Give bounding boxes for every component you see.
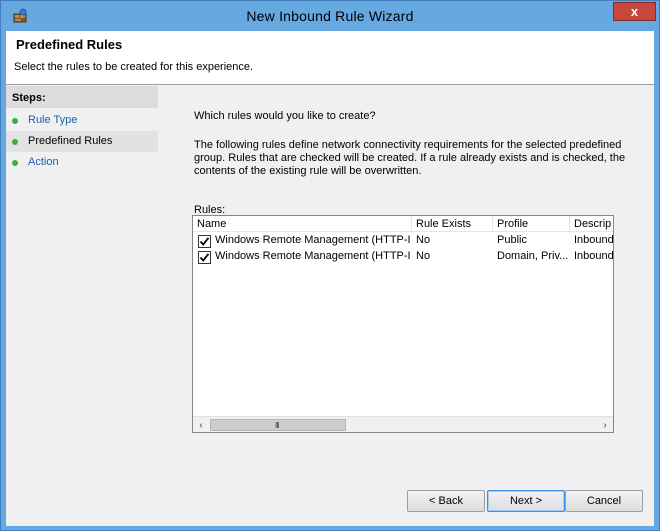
window-title: New Inbound Rule Wizard: [246, 8, 414, 24]
wizard-client-area: Predefined Rules Select the rules to be …: [6, 31, 654, 526]
rule-profile: Public: [497, 234, 527, 246]
table-row[interactable]: Windows Remote Management (HTTP-In) No D…: [193, 249, 613, 265]
page-subtitle: Select the rules to be created for this …: [14, 61, 254, 73]
step-label: Action: [28, 156, 59, 168]
step-bullet-icon: [12, 160, 18, 166]
back-button[interactable]: < Back: [407, 490, 485, 512]
scroll-right-icon[interactable]: ›: [597, 417, 613, 432]
column-header-description[interactable]: Descrip: [570, 216, 613, 232]
question-text: Which rules would you like to create?: [194, 110, 376, 122]
scroll-grip-icon: III: [275, 421, 280, 430]
rule-checkbox[interactable]: [198, 235, 211, 248]
description-text: The following rules define network conne…: [194, 139, 626, 177]
step-bullet-icon: [12, 118, 18, 124]
next-button[interactable]: Next >: [487, 490, 565, 512]
rule-description: Inbound: [574, 250, 613, 262]
column-header-rule-exists[interactable]: Rule Exists: [412, 216, 493, 232]
table-row[interactable]: Windows Remote Management (HTTP-In) No P…: [193, 233, 613, 249]
rule-profile: Domain, Priv...: [497, 250, 569, 262]
wizard-header: Predefined Rules Select the rules to be …: [6, 31, 654, 85]
close-button[interactable]: x: [613, 2, 656, 21]
steps-title: Steps:: [12, 92, 46, 104]
column-header-name[interactable]: Name: [193, 216, 412, 232]
checkmark-icon: [199, 237, 210, 246]
rule-description: Inbound: [574, 234, 613, 246]
rules-list[interactable]: Name Rule Exists Profile Descrip Windows…: [192, 215, 614, 433]
step-predefined-rules[interactable]: Predefined Rules: [6, 131, 158, 152]
step-rule-type[interactable]: Rule Type: [6, 110, 158, 131]
steps-panel: Steps: Rule Type Predefined Rules Action: [6, 86, 158, 526]
horizontal-scrollbar[interactable]: ‹ III ›: [193, 416, 613, 432]
main-content: Which rules would you like to create? Th…: [158, 86, 654, 526]
scroll-left-icon[interactable]: ‹: [193, 417, 209, 432]
wizard-window: New Inbound Rule Wizard x Predefined Rul…: [0, 0, 660, 531]
cancel-button[interactable]: Cancel: [565, 490, 643, 512]
step-action[interactable]: Action: [6, 152, 158, 173]
step-bullet-icon: [12, 139, 18, 145]
step-label: Rule Type: [28, 114, 78, 126]
rules-list-header: Name Rule Exists Profile Descrip: [193, 216, 613, 232]
close-icon: x: [630, 4, 639, 19]
rule-name: Windows Remote Management (HTTP-In): [215, 250, 411, 262]
page-title: Predefined Rules: [16, 37, 123, 52]
checkmark-icon: [199, 253, 210, 262]
title-bar[interactable]: New Inbound Rule Wizard x: [1, 1, 659, 31]
step-label: Predefined Rules: [28, 135, 113, 147]
scroll-thumb[interactable]: III: [210, 419, 346, 431]
column-header-profile[interactable]: Profile: [493, 216, 570, 232]
steps-header: Steps:: [6, 86, 158, 108]
rule-name: Windows Remote Management (HTTP-In): [215, 234, 411, 246]
rule-exists: No: [416, 234, 431, 246]
rule-exists: No: [416, 250, 431, 262]
rule-checkbox[interactable]: [198, 251, 211, 264]
